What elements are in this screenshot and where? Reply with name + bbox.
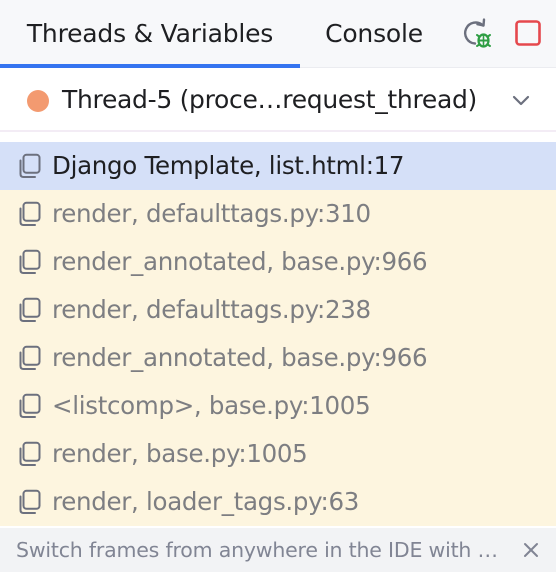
stack-frame-label: render_annotated, base.py:966: [52, 247, 428, 276]
tab-console[interactable]: Console: [300, 0, 448, 67]
stack-frame-label: render, defaulttags.py:310: [52, 199, 371, 228]
tab-bar: Threads & Variables Console: [0, 0, 556, 68]
thread-selector-label: Thread-5 (proce…request_thread): [62, 85, 477, 114]
close-icon[interactable]: [522, 541, 540, 559]
thread-status-indicator: [27, 90, 49, 112]
hint-text: Switch frames from anywhere in the IDE w…: [16, 538, 498, 562]
stack-frame-row[interactable]: render, defaulttags.py:310: [0, 190, 556, 238]
stack-frame-icon: [18, 153, 42, 179]
stack-frame-icon: [18, 393, 42, 419]
stack-frame-row[interactable]: render_annotated, base.py:966: [0, 238, 556, 286]
rerun-debug-icon[interactable]: [461, 16, 493, 50]
tab-console-label: Console: [325, 19, 423, 48]
stack-frame-icon: [18, 441, 42, 467]
stack-frame-row[interactable]: render, loader_tags.py:63: [0, 478, 556, 526]
frames-list: Django Template, list.html:17 render, def…: [0, 142, 556, 526]
chevron-down-icon: [511, 92, 531, 108]
hint-banner: Switch frames from anywhere in the IDE w…: [0, 528, 556, 572]
stack-frame-label: render_annotated, base.py:966: [52, 343, 428, 372]
stack-frame-row[interactable]: render, base.py:1005: [0, 430, 556, 478]
stack-frame-icon: [18, 201, 42, 227]
stack-frame-row[interactable]: <listcomp>, base.py:1005: [0, 382, 556, 430]
stack-frame-row[interactable]: render, defaulttags.py:238: [0, 286, 556, 334]
tab-threads-variables-label: Threads & Variables: [26, 19, 274, 48]
stack-frame-icon: [18, 297, 42, 323]
stack-frame-icon: [18, 489, 42, 515]
thread-selector-dropdown[interactable]: Thread-5 (proce…request_thread): [0, 68, 556, 132]
tab-threads-variables[interactable]: Threads & Variables: [0, 0, 300, 67]
stack-frame-icon: [18, 249, 42, 275]
stack-frame-row[interactable]: render_annotated, base.py:966: [0, 334, 556, 382]
stack-frame-label: render, base.py:1005: [52, 439, 308, 468]
stack-frame-icon: [18, 345, 42, 371]
stack-frame-label: Django Template, list.html:17: [52, 151, 405, 180]
debugger-panel: Threads & Variables Console Thread-5 (pr…: [0, 0, 556, 572]
stack-frame-label: render, loader_tags.py:63: [52, 487, 360, 516]
stop-icon[interactable]: [512, 16, 544, 50]
stack-frame-label: <listcomp>, base.py:1005: [52, 391, 371, 420]
stack-frame-label: render, defaulttags.py:238: [52, 295, 371, 324]
stack-frame-row[interactable]: Django Template, list.html:17: [0, 142, 556, 190]
